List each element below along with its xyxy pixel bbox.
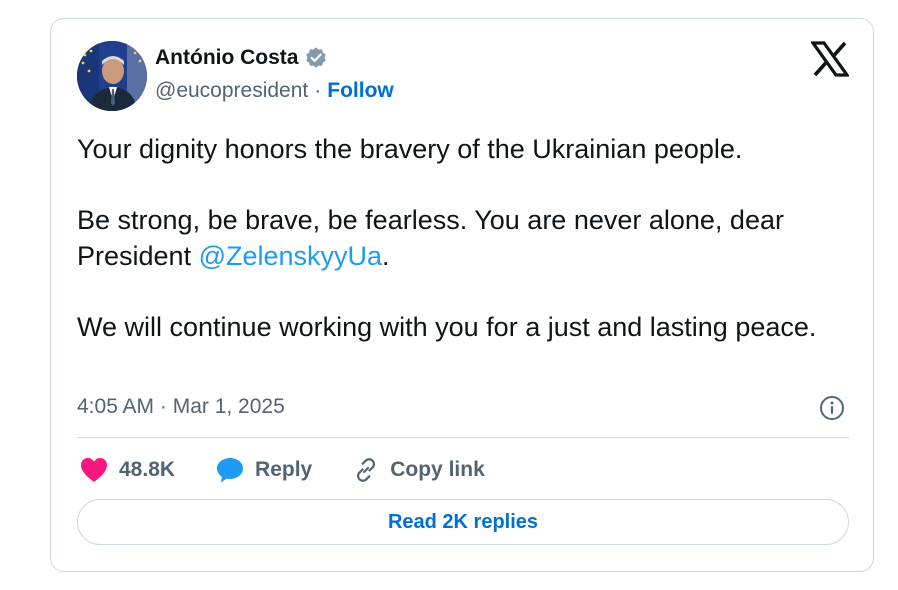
handle-separator: · [314, 79, 322, 102]
heart-icon [81, 458, 107, 482]
tweet-paragraph-3: We will continue working with you for a … [77, 312, 817, 342]
avatar-image [77, 41, 147, 111]
avatar[interactable] [77, 41, 147, 111]
tweet-paragraph-2: Be strong, be brave, be fearless. You ar… [77, 202, 857, 274]
verified-badge-icon [304, 46, 328, 70]
like-count: 48.8K [119, 458, 176, 481]
divider [77, 437, 849, 438]
author-name-row: António Costa [155, 46, 328, 70]
mention-link[interactable]: @ZelenskyyUa [199, 241, 382, 271]
copy-link-button[interactable]: Copy link [352, 456, 485, 484]
author-handle[interactable]: @eucopresident [155, 79, 308, 103]
tweet-paragraph-1: Your dignity honors the bravery of the U… [77, 134, 743, 164]
read-replies-button[interactable]: Read 2K replies [77, 499, 849, 545]
reply-bubble-icon [217, 458, 244, 483]
tweet-timestamp[interactable]: 4:05 AM · Mar 1, 2025 [77, 395, 285, 419]
reply-button[interactable]: Reply [215, 455, 312, 485]
link-icon [357, 458, 376, 482]
copy-link-label: Copy link [390, 458, 485, 481]
author-handle-row: @eucopresident · Follow [155, 79, 394, 103]
author-display-name[interactable]: António Costa [155, 46, 298, 70]
reply-label: Reply [255, 458, 313, 481]
tweet-paragraph-2-text: Be strong, be brave, be fearless. You ar… [77, 205, 784, 271]
x-logo-icon[interactable] [809, 41, 851, 77]
action-bar: 48.8K Reply Copy link [79, 453, 525, 487]
tweet-card: António Costa @eucopresident · Follow Yo… [50, 18, 874, 572]
info-icon[interactable] [819, 395, 845, 421]
tweet-text: Your dignity honors the bravery of the U… [77, 131, 857, 345]
follow-button[interactable]: Follow [327, 79, 394, 103]
like-button[interactable]: 48.8K [79, 456, 175, 484]
tweet-paragraph-2-end: . [382, 241, 390, 271]
